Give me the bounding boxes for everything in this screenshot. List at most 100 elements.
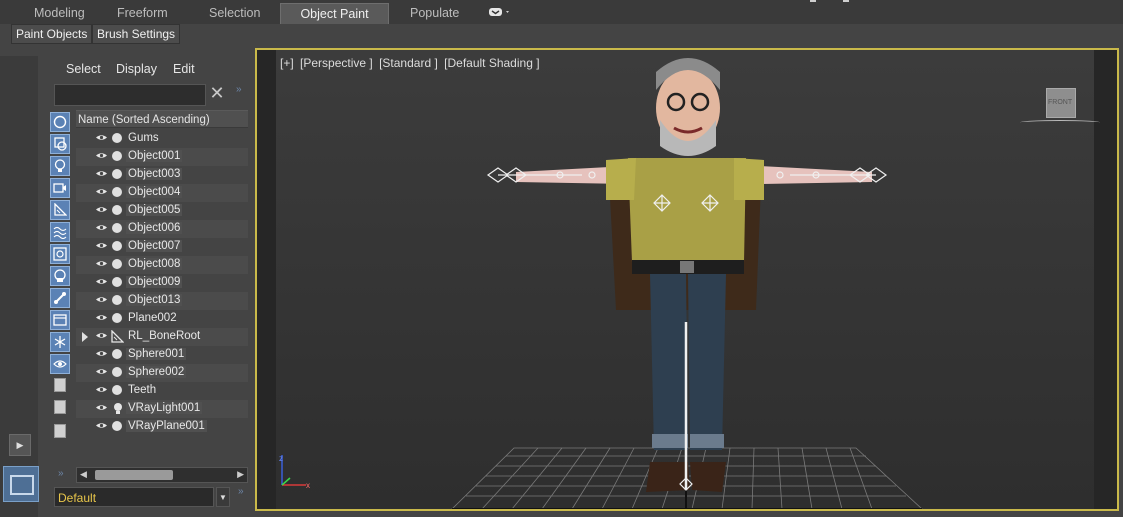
eye-icon[interactable] xyxy=(96,404,107,411)
object-name[interactable]: Plane002 xyxy=(128,312,177,324)
object-name[interactable]: Teeth xyxy=(128,384,156,396)
filter-hidden-button[interactable] xyxy=(50,354,70,374)
object-name[interactable]: RL_BoneRoot xyxy=(128,330,200,342)
filter-geometry-button[interactable] xyxy=(50,112,70,132)
list-item[interactable]: Object013 xyxy=(76,292,248,310)
scroll-left-icon[interactable]: ◀ xyxy=(80,469,87,480)
list-item[interactable]: RL_BoneRoot xyxy=(76,328,248,346)
filter-spacewarps-button[interactable] xyxy=(50,222,70,242)
viewcube-compass-ring[interactable] xyxy=(1020,120,1100,125)
eye-icon[interactable] xyxy=(96,170,107,177)
eye-icon[interactable] xyxy=(96,260,107,267)
geometry-dot-icon[interactable] xyxy=(112,313,122,323)
double-chevron-icon[interactable]: » xyxy=(238,486,244,497)
viewport-menu-plus[interactable]: [+] xyxy=(280,56,294,70)
geometry-dot-icon[interactable] xyxy=(112,349,122,359)
filter-helpers-button[interactable] xyxy=(50,200,70,220)
object-name[interactable]: Object004 xyxy=(126,186,183,198)
chevron-down-icon[interactable]: ▼ xyxy=(216,487,230,507)
list-item[interactable]: Object001 xyxy=(76,148,248,166)
list-item[interactable]: Object004 xyxy=(76,184,248,202)
display-all-button[interactable] xyxy=(54,378,66,392)
tab-object-paint[interactable]: Object Paint xyxy=(280,3,389,24)
name-column-header[interactable]: Name (Sorted Ascending) xyxy=(76,110,248,128)
object-name[interactable]: Object001 xyxy=(126,150,183,162)
viewport-label[interactable]: [+] [Perspective ] [Standard ] [Default … xyxy=(280,56,543,70)
viewport-standard[interactable]: [Standard ] xyxy=(379,56,438,70)
eye-icon[interactable] xyxy=(96,134,107,141)
list-item[interactable]: Sphere002 xyxy=(76,364,248,382)
tab-modeling[interactable]: Modeling xyxy=(34,3,85,23)
geometry-dot-icon[interactable] xyxy=(112,385,122,395)
object-name[interactable]: VRayLight001 xyxy=(126,402,203,414)
scroll-right-icon[interactable]: ▶ xyxy=(237,469,244,480)
eye-icon[interactable] xyxy=(96,386,107,393)
list-item[interactable]: Object007 xyxy=(76,238,248,256)
viewport-layout-button[interactable] xyxy=(3,466,39,502)
object-name[interactable]: Sphere002 xyxy=(126,366,187,378)
eye-icon[interactable] xyxy=(96,206,107,213)
menu-display[interactable]: Display xyxy=(116,62,157,76)
expand-arrow-icon[interactable] xyxy=(82,332,88,342)
object-name[interactable]: Object003 xyxy=(126,168,183,180)
eye-icon[interactable] xyxy=(96,224,107,231)
list-item[interactable]: Object006 xyxy=(76,220,248,238)
object-name[interactable]: Sphere001 xyxy=(126,348,187,360)
geometry-dot-icon[interactable] xyxy=(112,223,122,233)
ribbon-options-dropdown[interactable] xyxy=(488,3,514,23)
object-name[interactable]: Object006 xyxy=(126,222,183,234)
clear-search-button[interactable]: ✕ xyxy=(208,82,226,104)
filter-cameras-button[interactable] xyxy=(50,178,70,198)
list-item[interactable]: Object008 xyxy=(76,256,248,274)
eye-icon[interactable] xyxy=(96,188,107,195)
list-item[interactable]: Object005 xyxy=(76,202,248,220)
bone-helper-icon[interactable] xyxy=(110,330,124,344)
object-name[interactable]: Object005 xyxy=(126,204,183,216)
filter-frozen-button[interactable] xyxy=(50,332,70,352)
geometry-dot-icon[interactable] xyxy=(112,187,122,197)
object-name[interactable]: Object007 xyxy=(126,240,183,252)
list-item[interactable]: Plane002 xyxy=(76,310,248,328)
geometry-dot-icon[interactable] xyxy=(112,259,122,269)
viewport-point-of-view[interactable]: [Perspective ] xyxy=(300,56,373,70)
expand-arrow-button[interactable]: ▶ xyxy=(9,434,31,456)
object-name[interactable]: Gums xyxy=(128,132,159,144)
display-none-button[interactable] xyxy=(54,400,66,414)
list-item[interactable]: Gums xyxy=(76,130,248,148)
list-item[interactable]: VRayPlane001 xyxy=(76,418,248,436)
double-chevron-icon[interactable]: » xyxy=(58,468,64,479)
geometry-dot-icon[interactable] xyxy=(112,277,122,287)
filter-bones-button[interactable] xyxy=(50,288,70,308)
geometry-dot-icon[interactable] xyxy=(112,205,122,215)
filter-groups-button[interactable] xyxy=(50,244,70,264)
object-name[interactable]: Object013 xyxy=(126,294,183,306)
invert-display-button[interactable] xyxy=(54,424,66,438)
eye-icon[interactable] xyxy=(96,152,107,159)
brush-settings-panel[interactable]: Brush Settings xyxy=(92,24,181,44)
viewport-shading[interactable]: [Default Shading ] xyxy=(444,56,539,70)
list-item[interactable]: Sphere001 xyxy=(76,346,248,364)
perspective-viewport[interactable]: z x [+] [Perspective ] [Standard ] [Defa… xyxy=(276,50,1100,509)
geometry-dot-icon[interactable] xyxy=(112,151,122,161)
eye-icon[interactable] xyxy=(96,350,107,357)
geometry-dot-icon[interactable] xyxy=(112,133,122,143)
object-name[interactable]: Object008 xyxy=(126,258,183,270)
eye-icon[interactable] xyxy=(96,314,107,321)
viewcube[interactable]: FRONT xyxy=(1020,88,1100,128)
eye-icon[interactable] xyxy=(96,242,107,249)
list-item[interactable]: Teeth xyxy=(76,382,248,400)
light-bulb-icon[interactable] xyxy=(113,402,123,416)
filter-lights-button[interactable] xyxy=(50,156,70,176)
filter-xrefs-button[interactable] xyxy=(50,266,70,286)
list-item[interactable]: Object003 xyxy=(76,166,248,184)
layer-dropdown[interactable]: Default xyxy=(54,487,214,507)
eye-icon[interactable] xyxy=(96,332,107,339)
menu-select[interactable]: Select xyxy=(66,62,101,76)
tab-populate[interactable]: Populate xyxy=(410,3,459,23)
filter-shapes-button[interactable] xyxy=(50,134,70,154)
menu-edit[interactable]: Edit xyxy=(173,62,195,76)
scene-render[interactable]: z x xyxy=(276,50,1094,509)
geometry-dot-icon[interactable] xyxy=(112,367,122,377)
paint-objects-panel[interactable]: Paint Objects xyxy=(11,24,93,44)
scroll-thumb[interactable] xyxy=(95,470,173,480)
